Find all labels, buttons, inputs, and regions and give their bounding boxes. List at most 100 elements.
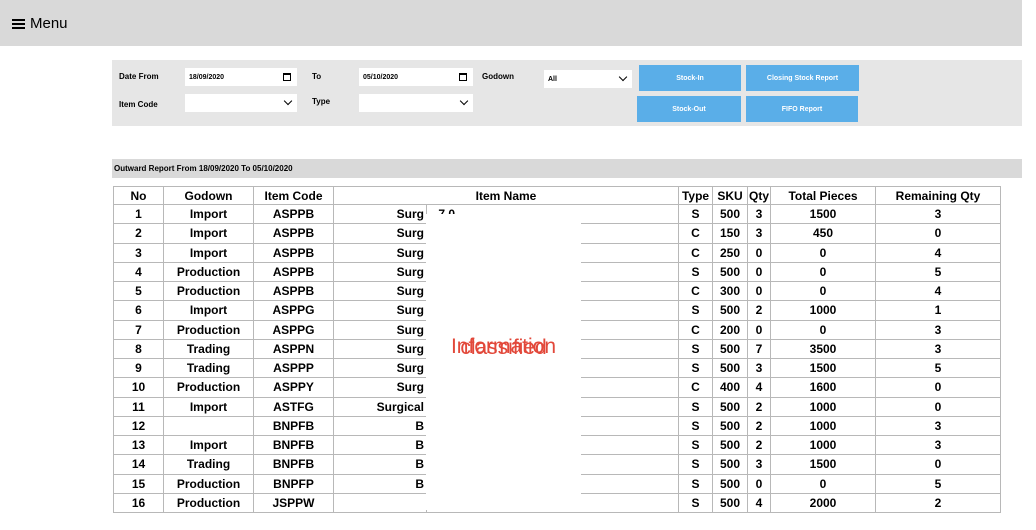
row-sku: 250 — [712, 242, 749, 263]
row-total-pieces: 1500 — [770, 203, 877, 225]
row-no: 11 — [113, 396, 164, 417]
row-remaining-qty: 0 — [875, 377, 1002, 398]
row-item-code: ASPPB — [253, 223, 334, 244]
row-type: S — [678, 473, 714, 494]
row-qty: 3 — [747, 357, 772, 379]
row-total-pieces: 1500 — [770, 357, 877, 379]
row-qty: 2 — [747, 396, 772, 417]
godown-value: All — [548, 75, 557, 83]
row-remaining-qty: 3 — [875, 434, 1002, 456]
stock-in-button[interactable]: Stock-In — [639, 65, 741, 91]
item-code-select[interactable] — [185, 94, 297, 112]
row-total-pieces: 1000 — [770, 434, 877, 456]
row-remaining-qty: 4 — [875, 242, 1002, 263]
top-bar: Menu — [0, 0, 1022, 46]
row-item-name-start: B — [333, 454, 427, 475]
row-remaining-qty: 1 — [875, 300, 1002, 321]
date-to-value: 05/10/2020 — [363, 73, 399, 81]
closing-stock-report-button[interactable]: Closing Stock Report — [746, 65, 859, 91]
row-remaining-qty: 0 — [875, 454, 1002, 475]
report-title-bar: Outward Report From 18/09/2020 To 05/10/… — [112, 159, 1022, 178]
row-total-pieces: 450 — [770, 223, 877, 244]
row-type: S — [678, 338, 714, 360]
date-from-input[interactable]: 18/09/2020 — [185, 68, 297, 86]
row-type: S — [678, 454, 714, 475]
type-label: Type — [312, 97, 331, 106]
row-sku: 500 — [712, 396, 749, 417]
row-godown: Import — [163, 396, 254, 417]
chevron-down-icon — [283, 96, 293, 106]
row-sku: 500 — [712, 203, 749, 225]
row-total-pieces: 0 — [770, 473, 877, 494]
column-header: Remaining Qty — [875, 186, 1002, 205]
row-type: S — [678, 396, 714, 417]
row-total-pieces: 1000 — [770, 415, 877, 437]
row-sku: 500 — [712, 300, 749, 321]
row-no: 6 — [113, 300, 164, 321]
row-item-code: ASPPP — [253, 357, 334, 379]
row-godown: Import — [163, 434, 254, 456]
row-sku: 500 — [712, 415, 749, 437]
row-godown — [163, 415, 254, 437]
row-remaining-qty: 2 — [875, 492, 1002, 514]
row-no: 16 — [113, 492, 164, 514]
row-item-name-start: Surg — [333, 280, 427, 302]
row-item-name-start: Surg — [333, 203, 427, 225]
row-qty: 0 — [747, 261, 772, 283]
calendar-icon[interactable] — [283, 73, 291, 81]
row-type: S — [678, 434, 714, 456]
row-qty: 7 — [747, 338, 772, 360]
row-godown: Trading — [163, 454, 254, 475]
row-total-pieces: 1500 — [770, 454, 877, 475]
column-header: SKU — [712, 186, 749, 205]
row-godown: Trading — [163, 338, 254, 360]
date-from-value: 18/09/2020 — [189, 73, 225, 81]
row-remaining-qty: 3 — [875, 338, 1002, 360]
fifo-report-button[interactable]: FIFO Report — [746, 96, 858, 122]
row-no: 14 — [113, 454, 164, 475]
row-godown: Import — [163, 300, 254, 321]
column-header: Type — [678, 186, 714, 205]
row-item-name-start: Surg — [333, 261, 427, 283]
row-sku: 500 — [712, 261, 749, 283]
row-item-name-start: Surgical — [333, 396, 427, 417]
type-select[interactable] — [359, 94, 473, 112]
row-item-code: ASPPB — [253, 280, 334, 302]
row-no: 7 — [113, 319, 164, 340]
column-header: Godown — [163, 186, 254, 205]
row-item-name-start: B — [333, 434, 427, 456]
calendar-icon[interactable] — [459, 73, 467, 81]
row-remaining-qty: 5 — [875, 357, 1002, 379]
row-item-code: BNPFB — [253, 434, 334, 456]
row-sku: 500 — [712, 357, 749, 379]
stock-out-button[interactable]: Stock-Out — [637, 96, 741, 122]
row-qty: 3 — [747, 454, 772, 475]
row-qty: 0 — [747, 319, 772, 340]
column-header: Qty — [747, 186, 772, 205]
row-no: 13 — [113, 434, 164, 456]
row-sku: 200 — [712, 319, 749, 340]
row-no: 3 — [113, 242, 164, 263]
row-no: 10 — [113, 377, 164, 398]
date-to-input[interactable]: 05/10/2020 — [359, 68, 473, 86]
row-total-pieces: 3500 — [770, 338, 877, 360]
row-sku: 500 — [712, 434, 749, 456]
row-item-code: JSPPW — [253, 492, 334, 514]
row-item-code: ASPPG — [253, 300, 334, 321]
row-no: 15 — [113, 473, 164, 494]
godown-select[interactable]: All — [544, 70, 632, 88]
row-total-pieces: 1000 — [770, 396, 877, 417]
row-item-name-start: B — [333, 473, 427, 494]
table-header-row: No Godown Item Code Item Name Type SKU Q… — [113, 186, 1002, 205]
menu-button[interactable]: Menu — [12, 13, 68, 33]
row-total-pieces: 0 — [770, 319, 877, 340]
row-item-code: BNPFB — [253, 415, 334, 437]
chevron-down-icon — [618, 72, 628, 82]
classified-overlay: classified Information — [426, 214, 581, 510]
row-remaining-qty: 0 — [875, 223, 1002, 244]
row-remaining-qty: 3 — [875, 415, 1002, 437]
row-type: S — [678, 203, 714, 225]
row-sku: 500 — [712, 492, 749, 514]
row-no: 9 — [113, 357, 164, 379]
row-type: S — [678, 300, 714, 321]
